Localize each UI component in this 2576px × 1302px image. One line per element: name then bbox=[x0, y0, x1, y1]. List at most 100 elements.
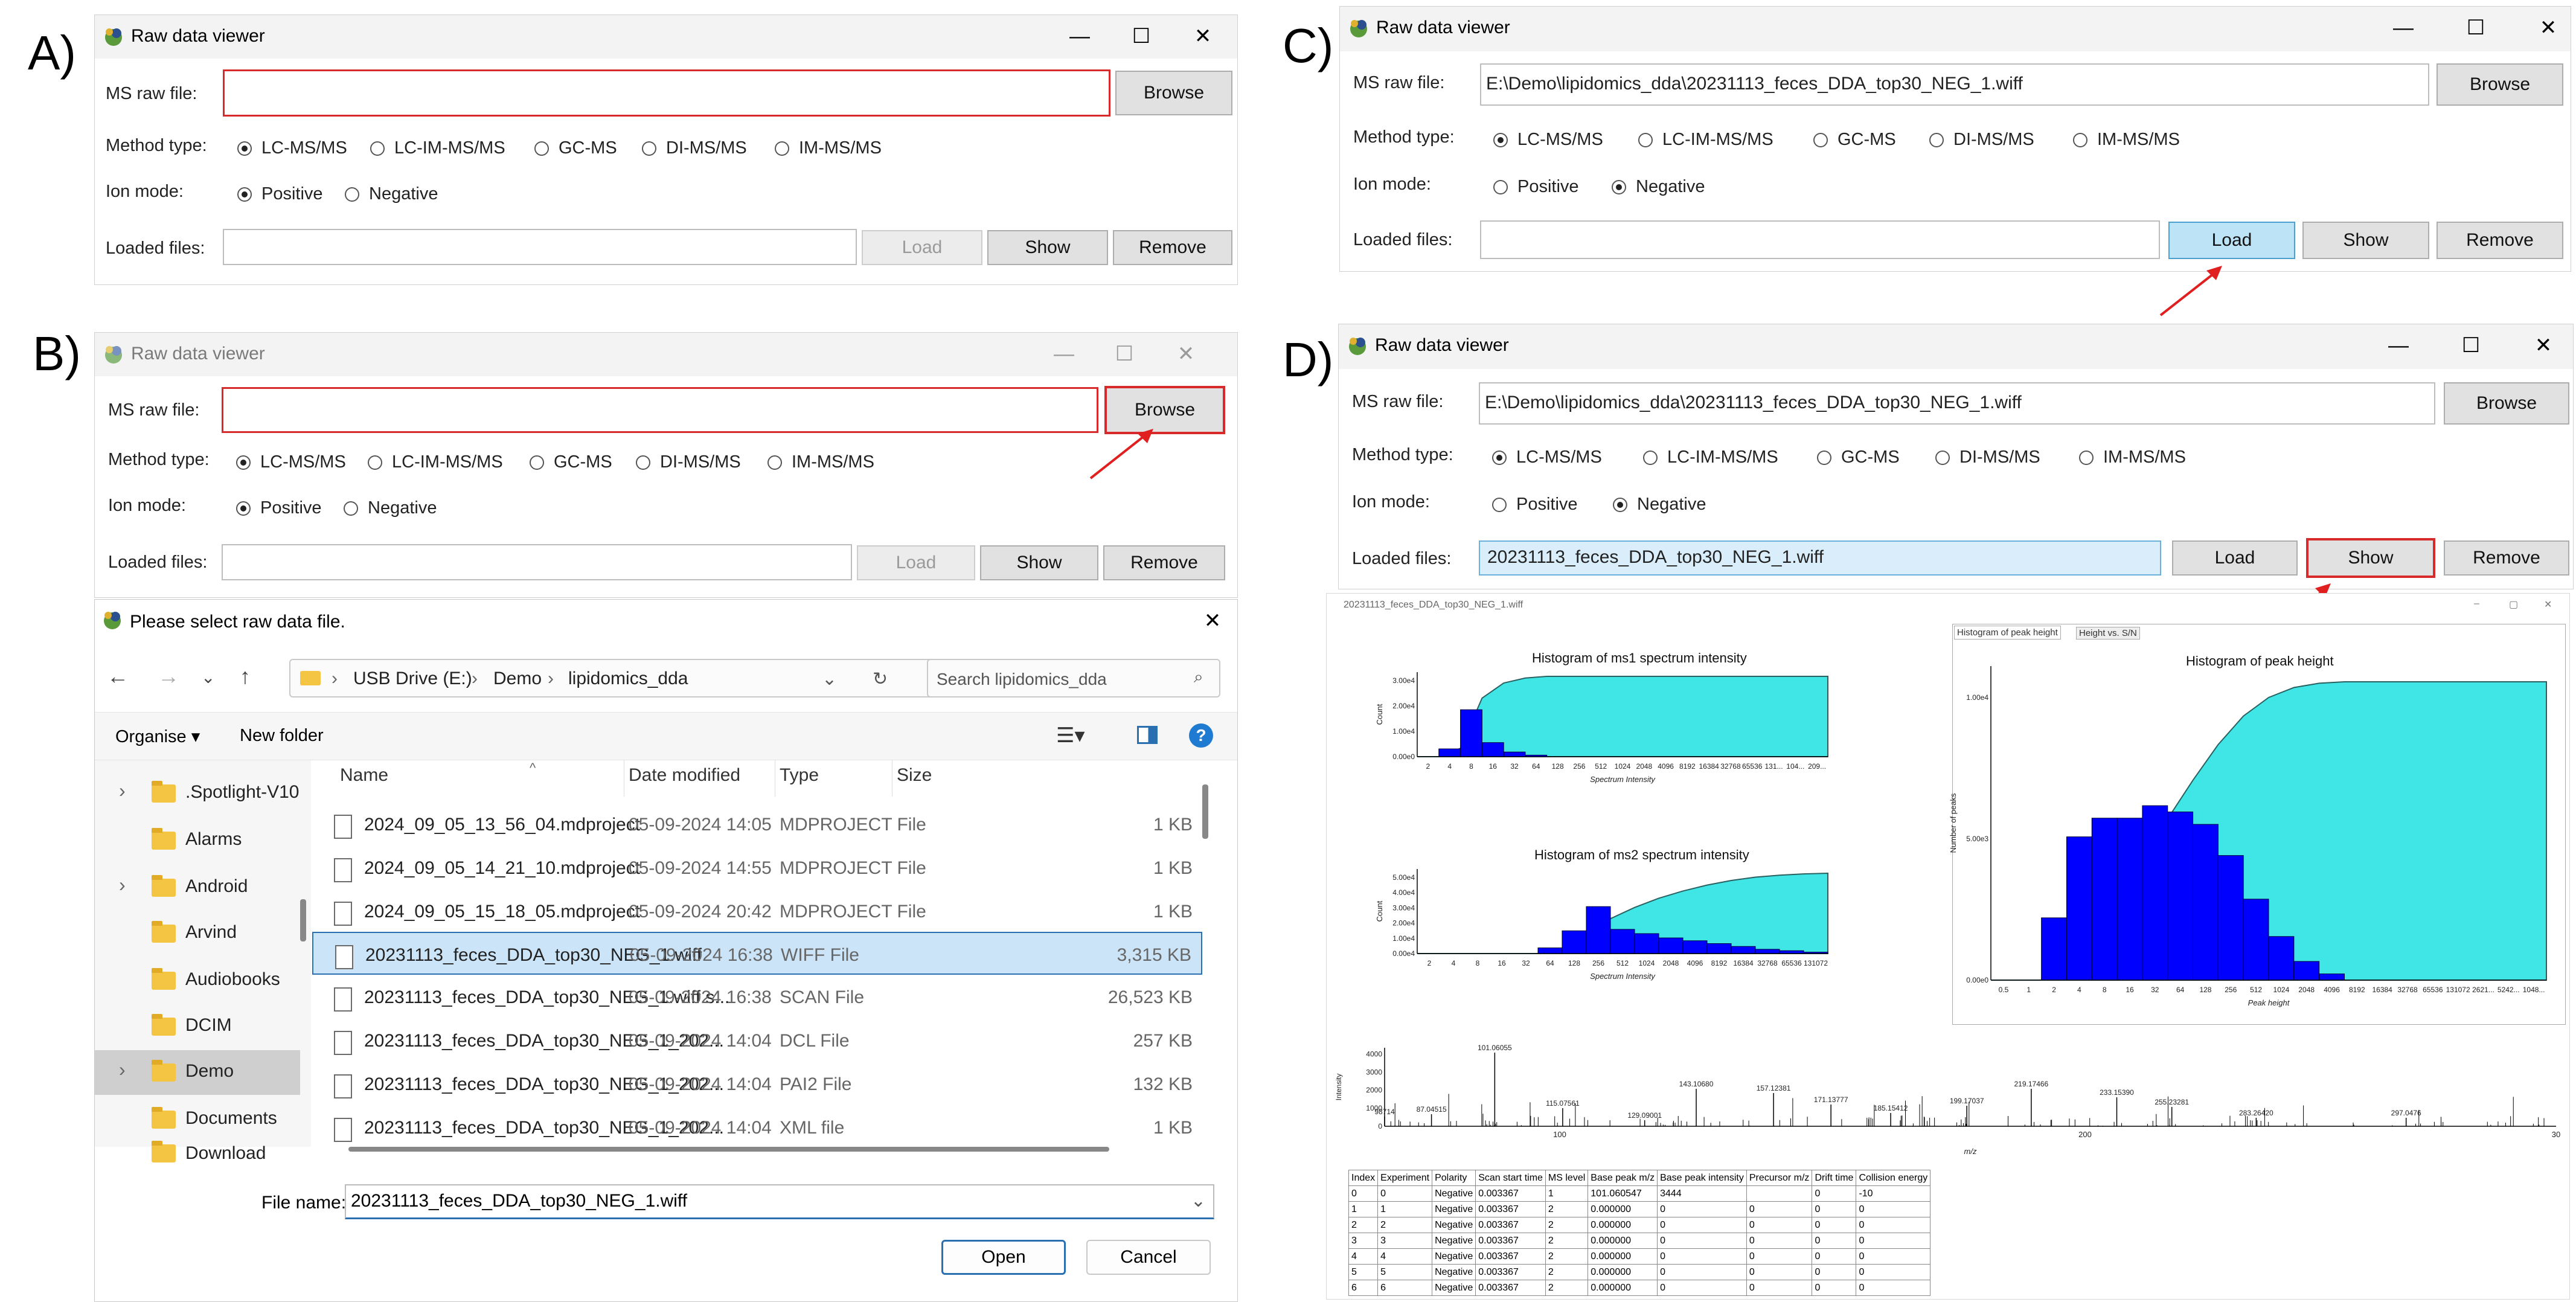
table-header-cell[interactable]: Polarity bbox=[1432, 1170, 1476, 1186]
nav-scrollbar[interactable] bbox=[300, 899, 306, 941]
breadcrumb-drive[interactable]: USB Drive (E:) bbox=[353, 669, 472, 689]
nav-item-demo[interactable]: › Demo bbox=[95, 1050, 300, 1095]
table-header-cell[interactable]: Collision energy bbox=[1856, 1170, 1931, 1186]
browse-button[interactable]: Browse bbox=[1115, 71, 1232, 115]
loaded-files-field[interactable] bbox=[222, 544, 852, 580]
method-radio-lcimmsms[interactable]: LC-IM-MS/MS bbox=[1643, 447, 1778, 467]
method-radio-lcimmsms[interactable]: LC-IM-MS/MS bbox=[370, 138, 505, 158]
table-header-cell[interactable]: Base peak m/z bbox=[1588, 1170, 1658, 1186]
horizontal-scrollbar[interactable] bbox=[348, 1147, 1109, 1152]
ion-radio-positive[interactable]: Positive bbox=[237, 184, 323, 204]
address-bar[interactable]: › USB Drive (E:) › Demo › lipidomics_dda… bbox=[289, 659, 953, 698]
minimize-icon[interactable]: — bbox=[1049, 339, 1079, 369]
loaded-files-field[interactable] bbox=[223, 229, 857, 265]
method-radio-immsms[interactable]: IM-MS/MS bbox=[2073, 130, 2180, 150]
ion-radio-positive[interactable]: Positive bbox=[236, 498, 322, 518]
back-icon[interactable]: ← bbox=[107, 664, 129, 689]
column-name[interactable]: Name bbox=[340, 765, 388, 786]
nav-item-audiobooks[interactable]: Audiobooks bbox=[95, 958, 300, 1003]
ion-radio-negative[interactable]: Negative bbox=[1613, 495, 1706, 515]
method-radio-dimsms[interactable]: DI-MS/MS bbox=[642, 138, 747, 158]
method-radio-lcimmsms[interactable]: LC-IM-MS/MS bbox=[1638, 130, 1773, 150]
forward-icon[interactable]: → bbox=[158, 664, 179, 689]
table-header-cell[interactable]: Scan start time bbox=[1475, 1170, 1546, 1186]
column-type[interactable]: Type bbox=[780, 765, 819, 786]
method-radio-dimsms[interactable]: DI-MS/MS bbox=[1929, 130, 2034, 150]
minimize-icon[interactable]: — bbox=[1065, 21, 1095, 51]
table-header-cell[interactable]: Index bbox=[1348, 1170, 1379, 1186]
load-button[interactable]: Load bbox=[862, 230, 982, 265]
method-radio-gcms[interactable]: GC-MS bbox=[534, 138, 617, 158]
nav-item-documents[interactable]: Documents bbox=[95, 1097, 300, 1142]
table-header-cell[interactable]: Drift time bbox=[1812, 1170, 1857, 1186]
maximize-icon[interactable]: ☐ bbox=[1109, 339, 1139, 369]
close-icon[interactable]: ✕ bbox=[1171, 339, 1201, 369]
remove-button[interactable]: Remove bbox=[2437, 222, 2563, 259]
preview-pane-icon[interactable] bbox=[1137, 726, 1158, 744]
file-row[interactable]: 2024_09_05_14_21_10.mdproject 05-09-2024 … bbox=[312, 846, 1202, 889]
show-button[interactable]: Show bbox=[980, 545, 1098, 580]
ms-raw-file-input[interactable] bbox=[223, 69, 1110, 117]
help-icon[interactable]: ? bbox=[1189, 723, 1213, 748]
minimize-icon[interactable]: — bbox=[2383, 330, 2414, 361]
table-row[interactable]: 5 5 Negative 0.003367 2 0.000000 0 0 0 0 bbox=[1348, 1264, 1931, 1280]
ion-radio-negative[interactable]: Negative bbox=[345, 184, 438, 204]
maximize-icon[interactable]: ☐ bbox=[1126, 21, 1156, 51]
new-folder-button[interactable]: New folder bbox=[240, 726, 324, 746]
nav-item-android[interactable]: › Android bbox=[95, 865, 300, 910]
table-row[interactable]: 6 6 Negative 0.003367 2 0.000000 0 0 0 0 bbox=[1348, 1280, 1931, 1296]
method-radio-lcmsms[interactable]: LC-MS/MS bbox=[1492, 447, 1602, 467]
remove-button[interactable]: Remove bbox=[1103, 545, 1225, 580]
organise-menu[interactable]: Organise ▾ bbox=[115, 726, 200, 747]
column-size[interactable]: Size bbox=[897, 765, 932, 786]
method-radio-lcimmsms[interactable]: LC-IM-MS/MS bbox=[368, 452, 503, 472]
nav-item-arvind[interactable]: Arvind bbox=[95, 911, 300, 956]
cancel-button[interactable]: Cancel bbox=[1086, 1240, 1211, 1275]
method-radio-lcmsms[interactable]: LC-MS/MS bbox=[236, 452, 346, 472]
table-row[interactable]: 4 4 Negative 0.003367 2 0.000000 0 0 0 0 bbox=[1348, 1248, 1931, 1265]
show-button[interactable]: Show bbox=[2302, 222, 2429, 259]
file-row[interactable]: 2024_09_05_13_56_04.mdproject 05-09-2024 … bbox=[312, 803, 1202, 845]
ms-raw-file-input[interactable] bbox=[222, 387, 1098, 433]
nav-item-download[interactable]: Download bbox=[95, 1141, 300, 1163]
nav-item-alarms[interactable]: Alarms bbox=[95, 818, 300, 863]
breadcrumb-lipidomics[interactable]: lipidomics_dda bbox=[568, 669, 688, 689]
close-icon[interactable]: ✕ bbox=[2533, 13, 2563, 43]
load-button[interactable]: Load bbox=[857, 545, 975, 580]
maximize-icon[interactable]: ☐ bbox=[2456, 330, 2486, 361]
loaded-files-field[interactable]: 20231113_feces_DDA_top30_NEG_1.wiff bbox=[1479, 540, 2161, 576]
show-button[interactable]: Show bbox=[987, 230, 1108, 265]
refresh-icon[interactable]: ↻ bbox=[873, 669, 888, 690]
browse-button[interactable]: Browse bbox=[2444, 382, 2569, 425]
search-box[interactable]: Search lipidomics_dda ⌕ bbox=[927, 659, 1220, 698]
method-radio-lcmsms[interactable]: LC-MS/MS bbox=[1493, 130, 1603, 150]
table-header-cell[interactable]: Base peak intensity bbox=[1657, 1170, 1747, 1186]
ms-raw-file-input[interactable]: E:\Demo\lipidomics_dda\20231113_feces_DD… bbox=[1480, 63, 2429, 106]
show-button[interactable]: Show bbox=[2306, 538, 2435, 578]
method-radio-immsms[interactable]: IM-MS/MS bbox=[2079, 447, 2186, 467]
file-row[interactable]: 20231113_feces_DDA_top30_NEG_1_202... 05-… bbox=[312, 1062, 1202, 1105]
close-icon[interactable]: ✕ bbox=[2528, 330, 2558, 361]
nav-item-dcim[interactable]: DCIM bbox=[95, 1004, 300, 1049]
table-header-cell[interactable]: Precursor m/z bbox=[1746, 1170, 1813, 1186]
browse-button[interactable]: Browse bbox=[2437, 63, 2563, 106]
method-radio-dimsms[interactable]: DI-MS/MS bbox=[636, 452, 741, 472]
nav-item-spotlight[interactable]: › .Spotlight-V10 bbox=[95, 771, 300, 816]
minimize-icon[interactable]: — bbox=[2388, 13, 2418, 43]
close-icon[interactable]: ✕ bbox=[1188, 21, 1218, 51]
method-radio-lcmsms[interactable]: LC-MS/MS bbox=[237, 138, 347, 158]
open-button[interactable]: Open bbox=[941, 1240, 1066, 1275]
column-date-modified[interactable]: Date modified bbox=[629, 765, 740, 786]
file-row-selected[interactable]: 20231113_feces_DDA_top30_NEG_1.wiff 05-09… bbox=[312, 932, 1202, 975]
maximize-icon[interactable]: ☐ bbox=[2461, 13, 2491, 43]
recent-dropdown-icon[interactable]: ⌄ bbox=[201, 667, 215, 687]
method-radio-gcms[interactable]: GC-MS bbox=[1817, 447, 1900, 467]
method-radio-immsms[interactable]: IM-MS/MS bbox=[775, 138, 882, 158]
file-list-scrollbar[interactable] bbox=[1202, 784, 1208, 839]
method-radio-gcms[interactable]: GC-MS bbox=[1813, 130, 1896, 150]
ion-radio-positive[interactable]: Positive bbox=[1492, 495, 1578, 515]
file-row[interactable]: 2024_09_05_15_18_05.mdproject 05-09-2024 … bbox=[312, 890, 1202, 932]
table-row[interactable]: 2 2 Negative 0.003367 2 0.000000 0 0 0 0 bbox=[1348, 1217, 1931, 1233]
file-row[interactable]: 20231113_feces_DDA_top30_NEG_1_202... 05-… bbox=[312, 1019, 1202, 1062]
table-row[interactable]: 3 3 Negative 0.003367 2 0.000000 0 0 0 0 bbox=[1348, 1233, 1931, 1249]
